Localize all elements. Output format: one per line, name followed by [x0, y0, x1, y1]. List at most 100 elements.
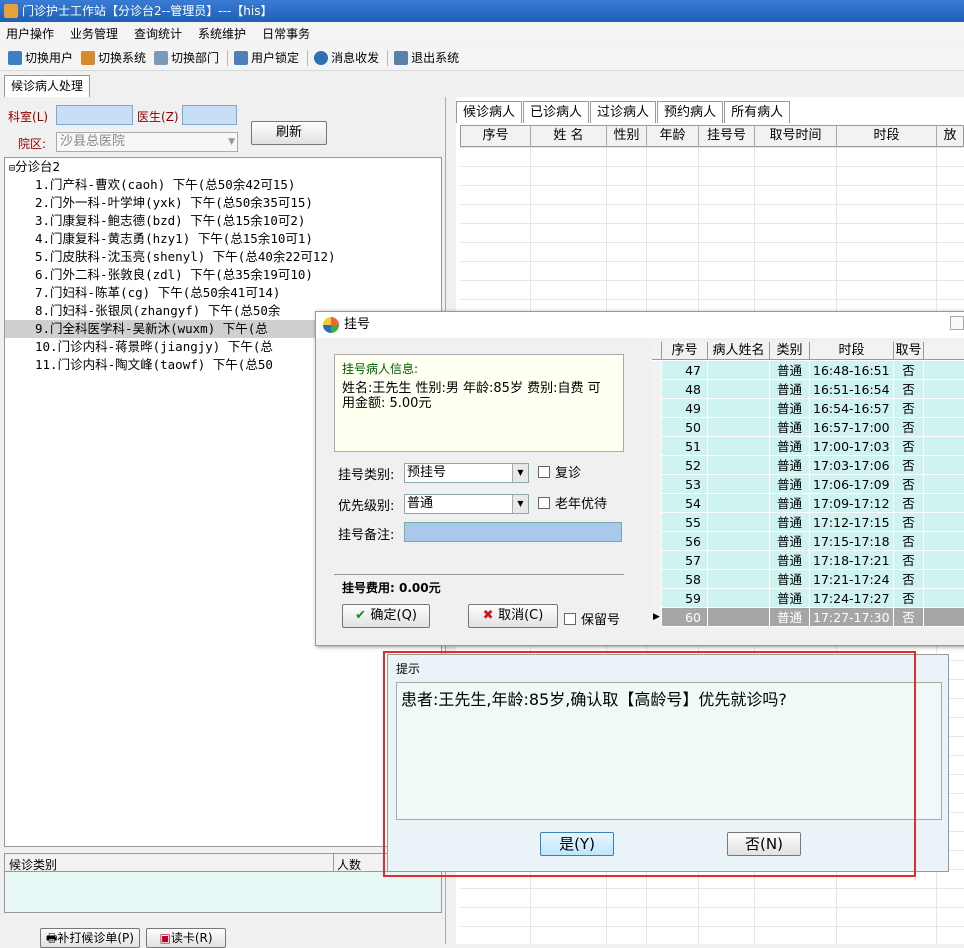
cell-seq: 51: [662, 437, 708, 456]
lock-user-button[interactable]: 用户锁定: [234, 49, 299, 66]
tree-item[interactable]: 2.门外一科-叶学坤(yxk) 下午(总50余35可15): [5, 194, 441, 212]
cancel-button[interactable]: ✖ 取消(C): [468, 604, 558, 628]
tree-item[interactable]: 5.门皮肤科-沈玉亮(shenyl) 下午(总40余22可12): [5, 248, 441, 266]
table-row[interactable]: 53 普通 17:06-17:09 否: [652, 475, 964, 494]
table-row[interactable]: 57 普通 17:18-17:21 否: [652, 551, 964, 570]
toolbar-divider: [307, 49, 309, 66]
menu-system-maint[interactable]: 系统维护: [198, 25, 246, 42]
col-take-time: 取号时间: [755, 126, 837, 146]
table-row[interactable]: 56 普通 17:15-17:18 否: [652, 532, 964, 551]
reg-type-label: 挂号类别:: [338, 468, 395, 483]
ok-button[interactable]: ✔ 确定(Q): [342, 604, 430, 628]
priority-select[interactable]: 普通 ▼: [404, 494, 529, 514]
menu-query-stats[interactable]: 查询统计: [134, 25, 182, 42]
tab-missed[interactable]: 过诊病人: [590, 101, 657, 123]
tab-all[interactable]: 所有病人: [724, 101, 791, 123]
menu-user-ops[interactable]: 用户操作: [6, 25, 54, 42]
col-seq: 序号: [662, 342, 708, 360]
table-row[interactable]: 50 普通 16:57-17:00 否: [652, 418, 964, 437]
cell-type: 普通: [770, 513, 810, 532]
menu-business[interactable]: 业务管理: [70, 25, 118, 42]
tab-waiting[interactable]: 候诊病人: [456, 101, 523, 123]
menu-daily-affairs[interactable]: 日常事务: [262, 25, 310, 42]
cell-patient-name: [708, 513, 770, 532]
reg-type-select[interactable]: 预挂号 ▼: [404, 463, 529, 483]
table-row[interactable]: 48 普通 16:51-16:54 否: [652, 380, 964, 399]
cell-period: 17:15-17:18: [810, 532, 894, 551]
revisit-checkbox[interactable]: 复诊: [538, 462, 581, 481]
cell-period: 16:51-16:54: [810, 380, 894, 399]
row-indicator: [652, 570, 662, 589]
table-row[interactable]: 54 普通 17:09-17:12 否: [652, 494, 964, 513]
row-indicator: [652, 494, 662, 513]
grid-line: [460, 907, 964, 908]
cell-taken: 否: [894, 418, 924, 437]
cell-type: 普通: [770, 418, 810, 437]
tree-item[interactable]: 6.门外二科-张敦良(zdl) 下午(总35余19可10): [5, 266, 441, 284]
patient-tabs: 候诊病人 已诊病人 过诊病人 预约病人 所有病人: [456, 101, 791, 123]
chevron-down-icon: ▼: [512, 464, 528, 482]
cell-seq: 55: [662, 513, 708, 532]
keep-number-checkbox[interactable]: 保留号: [564, 609, 620, 628]
hospital-select[interactable]: 沙县总医院 ▼: [56, 132, 238, 152]
dept-input[interactable]: [56, 105, 133, 125]
table-row[interactable]: 59 普通 17:24-17:27 否: [652, 589, 964, 608]
remark-input[interactable]: [404, 522, 622, 542]
dialog-close-icon[interactable]: [950, 316, 964, 330]
cell-period: 16:48-16:51: [810, 361, 894, 380]
chevron-down-icon: ▼: [512, 495, 528, 513]
patient-grid-header: 序号 姓 名 性别 年龄 挂号号 取号时间 时段 放: [460, 125, 964, 147]
table-row[interactable]: ▶ 60 普通 17:27-17:30 否: [652, 608, 964, 627]
tree-item[interactable]: 4.门康复科-黄志勇(hzy1) 下午(总15余10可1): [5, 230, 441, 248]
cell-taken: 否: [894, 589, 924, 608]
col-age: 年龄: [647, 126, 699, 146]
cell-period: 17:12-17:15: [810, 513, 894, 532]
tree-root[interactable]: ⊟分诊台2: [5, 158, 441, 176]
exit-button[interactable]: 退出系统: [394, 49, 459, 66]
cell-taken: 否: [894, 532, 924, 551]
column-divider: [333, 854, 334, 871]
elder-priority-checkbox[interactable]: 老年优待: [538, 493, 607, 512]
close-icon: ✖: [482, 608, 499, 623]
switch-system-button[interactable]: 切换系统: [81, 49, 146, 66]
row-indicator: [652, 399, 662, 418]
doctor-input[interactable]: [182, 105, 237, 125]
table-row[interactable]: 51 普通 17:00-17:03 否: [652, 437, 964, 456]
time-slot-grid-header: 序号 病人姓名 类别 时段 取号: [652, 342, 964, 360]
reprint-waiting-slip-button[interactable]: 🖶补打候诊单(P): [40, 928, 140, 948]
refresh-button[interactable]: 刷新: [251, 121, 327, 145]
tree-item[interactable]: 1.门产科-曹欢(caoh) 下午(总50余42可15): [5, 176, 441, 194]
dialog-title-bar: 挂号: [316, 312, 964, 338]
messages-button[interactable]: 消息收发: [314, 49, 379, 66]
menu-bar: 用户操作 业务管理 查询统计 系统维护 日常事务: [0, 22, 964, 44]
cell-seq: 49: [662, 399, 708, 418]
highlight-annotation: [383, 651, 916, 877]
row-indicator: [652, 475, 662, 494]
table-row[interactable]: 52 普通 17:03-17:06 否: [652, 456, 964, 475]
cell-seq: 48: [662, 380, 708, 399]
table-row[interactable]: 58 普通 17:21-17:24 否: [652, 570, 964, 589]
cell-period: 16:54-16:57: [810, 399, 894, 418]
cell-period: 17:24-17:27: [810, 589, 894, 608]
cell-type: 普通: [770, 475, 810, 494]
grid-line: [460, 204, 964, 205]
switch-dept-button[interactable]: 切换部门: [154, 49, 219, 66]
cell-patient-name: [708, 494, 770, 513]
col-waiting-category: 候诊类别: [9, 858, 58, 872]
tree-item[interactable]: 3.门康复科-鲍志德(bzd) 下午(总15余10可2): [5, 212, 441, 230]
tab-seen[interactable]: 已诊病人: [523, 101, 590, 123]
tree-item[interactable]: 7.门妇科-陈革(cg) 下午(总50余41可14): [5, 284, 441, 302]
table-row[interactable]: 49 普通 16:54-16:57 否: [652, 399, 964, 418]
cell-type: 普通: [770, 532, 810, 551]
cell-patient-name: [708, 475, 770, 494]
grid-line: [460, 166, 964, 167]
col-count: 人数: [337, 858, 362, 872]
cell-seq: 54: [662, 494, 708, 513]
tab-appointment[interactable]: 预约病人: [657, 101, 724, 123]
table-row[interactable]: 55 普通 17:12-17:15 否: [652, 513, 964, 532]
grid-line: [460, 242, 964, 243]
table-row[interactable]: 47 普通 16:48-16:51 否: [652, 361, 964, 380]
switch-user-button[interactable]: 切换用户: [8, 49, 73, 66]
tab-waiting-patients[interactable]: 候诊病人处理: [4, 75, 91, 97]
read-card-button[interactable]: ▣读卡(R): [146, 928, 226, 948]
